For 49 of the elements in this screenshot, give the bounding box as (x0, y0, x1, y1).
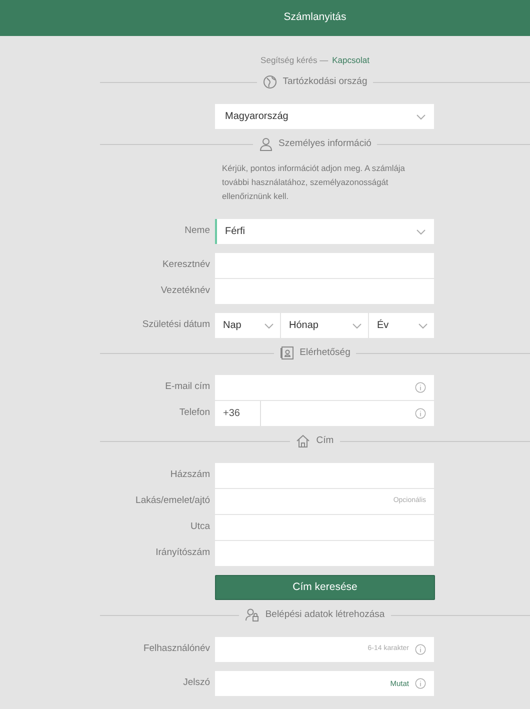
select-field[interactable]: Férfi (215, 219, 434, 244)
select-field[interactable]: Nap (215, 313, 280, 338)
search-address-button[interactable]: Cím keresése (215, 575, 435, 600)
info-icon (415, 408, 426, 419)
field-label: E-mail cím (165, 381, 210, 392)
user-lock-icon (245, 608, 260, 622)
select-field[interactable]: Hónap (281, 313, 368, 338)
info-icon (415, 644, 426, 655)
input-field[interactable] (215, 253, 434, 278)
field-label: Házszám (170, 469, 210, 480)
field-label: Keresztnév (162, 259, 210, 270)
globe-icon (262, 75, 277, 89)
input-field[interactable] (215, 279, 434, 304)
section-title: Cím (315, 434, 335, 448)
field-label: Telefon (179, 407, 210, 418)
country-code-field[interactable]: +36 (215, 401, 261, 426)
input-field[interactable] (261, 401, 434, 426)
select-field[interactable]: Év (369, 313, 434, 338)
chevron-down-icon (352, 322, 362, 328)
field-label: Felhasználónév (143, 643, 210, 654)
section-title: Belépési adatok létrehozása (264, 608, 386, 622)
input-field[interactable] (215, 375, 434, 400)
person-icon (258, 137, 273, 151)
field-label: Jelszó (183, 677, 210, 688)
input-field[interactable] (215, 541, 434, 566)
info-icon (415, 678, 426, 689)
chevron-down-icon (416, 114, 426, 120)
input-field[interactable] (215, 463, 434, 488)
house-icon (296, 434, 310, 448)
page-title: Számlanyitás (284, 10, 346, 26)
field-label: Lakás/emelet/ajtó (136, 495, 210, 506)
contact-card-icon (280, 346, 294, 360)
section-title: Tartózkodási ország (282, 74, 368, 89)
info-icon (415, 382, 426, 393)
chevron-down-icon (264, 322, 274, 328)
info-paragraph: Kérjük, pontos információt adjon meg. A számlája további használatához, személyazonosságát ellenőriznünk kell. (222, 162, 406, 203)
field-label: Születési dátum (142, 319, 210, 330)
field-label: Utca (190, 521, 210, 532)
section-title: Személyes információ (278, 136, 372, 151)
section-title: Elérhetőség (298, 346, 352, 360)
field-label: Neme (184, 225, 210, 236)
select-field[interactable]: Magyarország (215, 104, 434, 129)
field-label: Vezetéknév (160, 285, 210, 296)
input-field[interactable] (215, 515, 434, 540)
chevron-down-icon (416, 228, 426, 234)
contact-link[interactable]: Kapcsolat (332, 54, 370, 72)
chevron-down-icon (418, 322, 428, 328)
help-text: Segítség kérés — (260, 54, 328, 67)
field-label: Irányítószám (156, 547, 210, 558)
